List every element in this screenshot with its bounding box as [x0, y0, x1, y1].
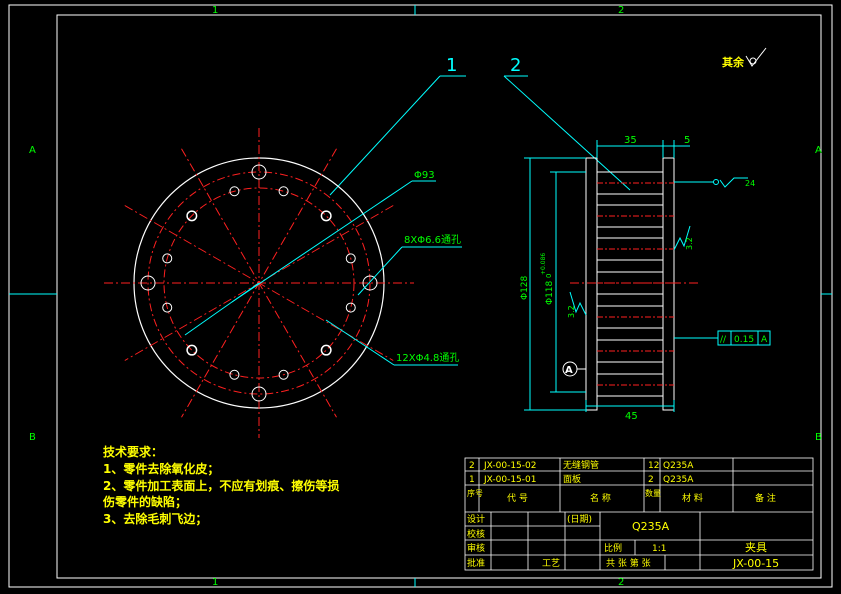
bom-cell-no: 1 — [469, 475, 475, 485]
tech-item-1: 1、零件去除氧化皮； — [103, 461, 219, 476]
tb-material: Q235A — [632, 520, 670, 533]
bom-header-material: 材 料 — [682, 492, 703, 504]
tech-item-3: 3、去除毛刺飞边； — [103, 511, 207, 526]
tubes — [596, 171, 674, 397]
zone-top-2: 2 — [618, 5, 624, 16]
tech-title: 技术要求： — [103, 444, 163, 459]
bom-cell-no: 2 — [469, 461, 475, 471]
balloons: 1 2 — [329, 55, 631, 196]
roughness-24-circle-icon — [713, 179, 719, 185]
balloon-2-leader — [503, 75, 631, 191]
roughness-32a: 3.2 — [685, 237, 694, 250]
bom-header-name: 名 称 — [590, 492, 611, 504]
large-hole — [320, 210, 332, 222]
roughness-note-text: 其余 — [722, 55, 745, 69]
zone-bottom-1: 1 — [212, 577, 218, 588]
large-hole — [186, 344, 198, 356]
zone-top-1: 1 — [212, 5, 218, 16]
roughness-note: 其余 — [722, 47, 767, 69]
roughness-32b: 3.2 — [567, 305, 576, 318]
bom-cell-name: 面板 — [563, 473, 581, 485]
bom-cell-material: Q235A — [663, 461, 694, 471]
small-hole — [321, 345, 332, 356]
fcf-symbol: // — [720, 335, 727, 345]
dim-45: 45 — [625, 411, 638, 422]
tb-approve: 批准 — [467, 557, 485, 569]
fcf-datum: A — [761, 335, 768, 345]
tb-date: (日期) — [567, 514, 592, 525]
fcf-value: 0.15 — [734, 335, 754, 345]
roughness-24: 24 — [745, 179, 755, 188]
roughness-check-icon — [745, 47, 767, 67]
tb-drawing-no: JX-00-15 — [732, 557, 779, 570]
tb-sheets: 共 张 第 张 — [606, 557, 651, 569]
inner-frame — [56, 14, 822, 579]
section-view: 35 5 45 Φ128 Φ118 +0.086 0 24 3.2 3.2 A … — [520, 135, 771, 422]
tb-process: 工艺 — [542, 558, 560, 569]
dim-118-tol-high: +0.086 — [540, 253, 547, 275]
small-hole — [345, 302, 356, 313]
small-hole — [229, 369, 240, 380]
diameter-label: Φ93 — [414, 170, 435, 181]
dim-118-tol-low: 0 — [545, 274, 553, 278]
bom-header-no: 序号 — [467, 488, 483, 498]
bom-header: 序号 代 号 名 称 数量 材 料 备 注 — [467, 488, 776, 504]
dim-35: 35 — [624, 135, 637, 146]
balloon-2: 2 — [510, 55, 521, 76]
tech-item-2b: 伤零件的缺陷； — [102, 494, 187, 509]
dim-118: Φ118 — [545, 280, 555, 305]
tb-part-name: 夹具 — [745, 541, 767, 554]
hole-callout-8: 8XΦ6.6通孔 — [404, 234, 461, 246]
zone-left-b: B — [29, 432, 36, 443]
bom-header-code: 代 号 — [507, 493, 528, 504]
tb-check: 校核 — [467, 528, 485, 540]
tb-scale-label: 比例 — [604, 542, 622, 554]
tb-review: 审核 — [467, 542, 485, 554]
bom-cell-name: 无缝钢管 — [563, 459, 599, 471]
zone-left-a: A — [29, 145, 36, 156]
balloon-1: 1 — [446, 55, 457, 76]
feature-control-frame: // 0.15 A — [717, 330, 771, 346]
left-plate — [585, 157, 598, 411]
title-block: 设计 校核 审核 批准 (日期) 工艺 Q235A 比例 1:1 夹具 共 张 … — [467, 513, 779, 570]
roughness-symbol-icon — [749, 57, 757, 65]
zone-right-a: A — [815, 145, 822, 156]
bom-cell-qty: 12 — [648, 461, 659, 471]
small-hole — [321, 210, 332, 221]
tb-scale: 1:1 — [652, 544, 666, 554]
dim-128: Φ128 — [520, 275, 530, 300]
zone-bottom-2: 2 — [618, 577, 624, 588]
center-leader — [184, 282, 260, 336]
bom-header-note: 备 注 — [755, 492, 776, 504]
bom-header-qty: 数量 — [645, 488, 661, 498]
tech-item-2: 2、零件加工表面上，不应有划痕、擦伤等损 — [103, 478, 339, 493]
small-hole — [345, 253, 356, 264]
bom-cell-qty: 2 — [648, 475, 654, 485]
right-plate — [662, 157, 675, 411]
bom-table: 2 JX-00-15-02 无缝钢管 12 Q235A 1 JX-00-15-01 面板 2 Q2… — [469, 459, 694, 485]
hole-callout-12-leader — [325, 319, 395, 366]
front-view: Φ93 8XΦ6.6通孔 12XΦ4.8通孔 — [104, 128, 462, 438]
tech-requirements: 技术要求： 1、零件去除氧化皮； 2、零件加工表面上，不应有划痕、擦伤等损 伤零… — [102, 444, 339, 526]
hole-callout-12: 12XΦ4.8通孔 — [396, 352, 459, 364]
bom-cell-code: JX-00-15-02 — [483, 461, 536, 471]
datum-label: A — [565, 365, 573, 376]
small-hole — [186, 345, 197, 356]
tb-design: 设计 — [467, 513, 485, 525]
large-hole — [320, 344, 332, 356]
zone-right-b: B — [815, 432, 822, 443]
cad-drawing: 1 2 A B A B 1 2 其余 1 2 Φ93 8XΦ6.6通孔 12XΦ… — [8, 4, 833, 588]
bom-cell-code: JX-00-15-01 — [483, 475, 536, 485]
dim-5: 5 — [684, 135, 690, 146]
hole-callout-8-leader — [357, 246, 403, 296]
bom-cell-material: Q235A — [663, 475, 694, 485]
roughness-24-icon — [719, 177, 748, 188]
